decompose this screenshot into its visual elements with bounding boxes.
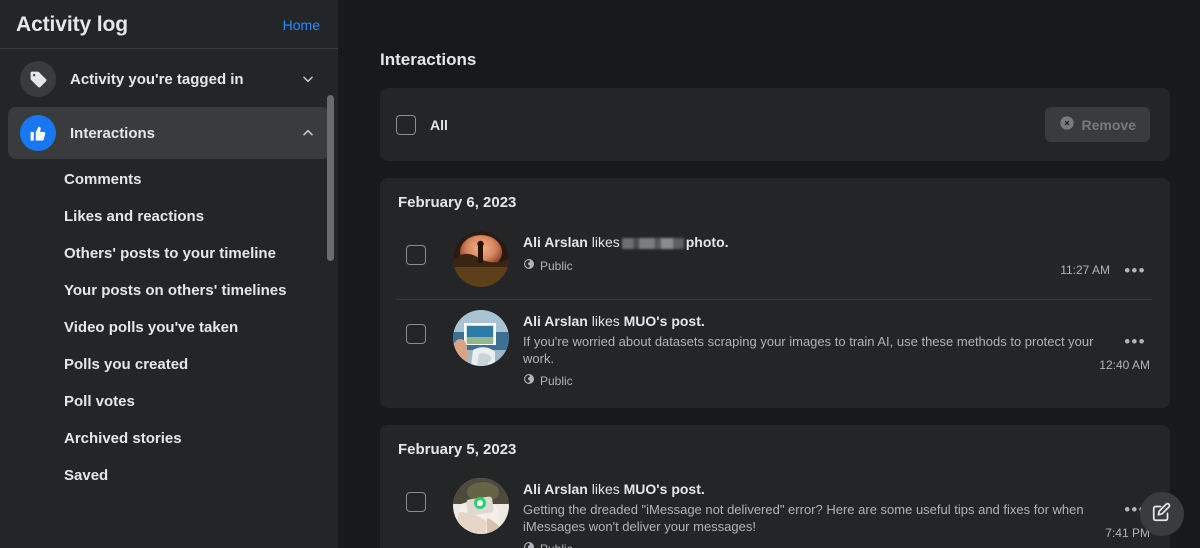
select-all-card: All Remove — [380, 88, 1170, 161]
sidebar-scroll-area: Activity you're tagged in Interactions C… — [0, 49, 338, 548]
entry-privacy: Public — [523, 373, 1152, 388]
entry-object[interactable]: MUO's — [624, 481, 668, 497]
activity-entry[interactable]: Ali Arslan likes MUO's post. If you're w… — [396, 300, 1152, 400]
activity-date-label: February 6, 2023 — [398, 194, 517, 211]
avatar — [453, 478, 509, 534]
entry-description: If you're worried about datasets scrapin… — [523, 334, 1094, 366]
sidebar-item-comments[interactable]: Comments — [0, 161, 338, 198]
avatar — [453, 231, 509, 287]
entry-headline: Ali Arslan likes photo. — [523, 233, 1152, 252]
entry-verb: likes — [591, 481, 620, 497]
entry-verb: likes — [591, 234, 620, 250]
select-all-label: All — [430, 116, 448, 133]
entry-suffix: photo. — [685, 234, 729, 250]
sidebar-group-label: Activity you're tagged in — [70, 70, 244, 88]
thumbs-up-icon — [20, 115, 56, 151]
entry-privacy: Public — [523, 258, 1152, 273]
remove-button-label: Remove — [1081, 116, 1136, 133]
entry-actor[interactable]: Ali Arslan — [523, 481, 588, 497]
entry-privacy-label: Public — [540, 258, 573, 273]
sidebar-item-poll-votes[interactable]: Poll votes — [0, 383, 338, 420]
entry-suffix: post. — [671, 481, 705, 497]
entry-headline: Ali Arslan likes MUO's post. — [523, 312, 1152, 331]
entry-privacy: Public — [523, 541, 1152, 548]
entry-body: Ali Arslan likes MUO's post. Getting the… — [523, 478, 1152, 548]
section-title: Interactions — [380, 50, 477, 69]
page-title: Activity log — [16, 13, 128, 36]
entry-timestamp: 7:41 PM — [1105, 526, 1150, 540]
entry-body: Ali Arslan likes photo. Public — [523, 231, 1152, 273]
sidebar-item-others-posts-to-your-timeline[interactable]: Others' posts to your timeline — [0, 235, 338, 272]
activity-entry[interactable]: Ali Arslan likes photo. Public 11:27 AM •… — [396, 221, 1152, 300]
entry-body: Ali Arslan likes MUO's post. If you're w… — [523, 310, 1152, 388]
entry-actor[interactable]: Ali Arslan — [523, 313, 588, 329]
home-link[interactable]: Home — [283, 17, 320, 33]
entry-privacy-label: Public — [540, 373, 573, 388]
entry-actor[interactable]: Ali Arslan — [523, 234, 588, 250]
globe-icon — [523, 373, 535, 388]
chevron-down-icon[interactable] — [300, 71, 316, 87]
entry-checkbox[interactable] — [406, 492, 426, 512]
activity-group-card: February 5, 2023 Ali Arslan likes MUO's … — [380, 425, 1170, 548]
select-all-bar: All Remove — [380, 88, 1170, 161]
entry-suffix: post. — [671, 313, 705, 329]
chevron-up-icon[interactable] — [300, 125, 316, 141]
sidebar: Activity log Home Activity you're tagged… — [0, 0, 338, 548]
tag-icon — [20, 61, 56, 97]
sidebar-item-archived-stories[interactable]: Archived stories — [0, 420, 338, 457]
entry-object[interactable]: MUO's — [624, 313, 668, 329]
redacted-name — [621, 237, 684, 249]
entry-checkbox[interactable] — [406, 245, 426, 265]
avatar — [453, 310, 509, 366]
sidebar-item-polls-you-created[interactable]: Polls you created — [0, 346, 338, 383]
entry-timestamp: 12:40 AM — [1099, 358, 1150, 372]
activity-date-label: February 5, 2023 — [398, 441, 517, 458]
select-all-checkbox[interactable] — [396, 114, 416, 135]
entry-meta: ••• 12:40 AM — [1099, 326, 1150, 373]
compose-button[interactable] — [1140, 492, 1184, 536]
entry-verb: likes — [591, 313, 620, 329]
sidebar-item-saved[interactable]: Saved — [0, 457, 338, 494]
activity-group-card: February 6, 2023 Ali Arslan likes photo.… — [380, 178, 1170, 408]
main-content: Interactions All Remove February 6, 2023… — [338, 0, 1200, 548]
sidebar-group-activity-tagged-in[interactable]: Activity you're tagged in — [8, 53, 330, 105]
sidebar-header: Activity log Home — [0, 0, 338, 49]
entry-meta: 11:27 AM ••• — [1060, 255, 1150, 285]
circle-x-icon — [1059, 115, 1075, 134]
entry-description: Getting the dreaded "iMessage not delive… — [523, 502, 1084, 534]
remove-button[interactable]: Remove — [1044, 107, 1150, 142]
entry-headline: Ali Arslan likes MUO's post. — [523, 480, 1152, 499]
ellipsis-icon[interactable]: ••• — [1120, 255, 1150, 285]
compose-pencil-square-icon — [1151, 501, 1173, 528]
sidebar-group-label: Interactions — [70, 124, 156, 142]
entry-timestamp: 11:27 AM — [1060, 263, 1110, 277]
globe-icon — [523, 258, 535, 273]
sidebar-group-interactions[interactable]: Interactions — [8, 107, 330, 159]
sidebar-item-your-posts-on-others-timelines[interactable]: Your posts on others' timelines — [0, 272, 338, 309]
entry-checkbox[interactable] — [406, 324, 426, 344]
activity-entry[interactable]: Ali Arslan likes MUO's post. Getting the… — [396, 468, 1152, 548]
select-all-left: All — [396, 114, 448, 135]
sidebar-item-video-polls-youve-taken[interactable]: Video polls you've taken — [0, 309, 338, 346]
globe-icon — [523, 541, 535, 548]
sidebar-item-likes-and-reactions[interactable]: Likes and reactions — [0, 198, 338, 235]
activity-log-page: Activity log Home Activity you're tagged… — [0, 0, 1200, 548]
ellipsis-icon[interactable]: ••• — [1120, 326, 1150, 356]
entry-privacy-label: Public — [540, 542, 573, 548]
sidebar-scrollbar-thumb[interactable] — [327, 95, 334, 261]
